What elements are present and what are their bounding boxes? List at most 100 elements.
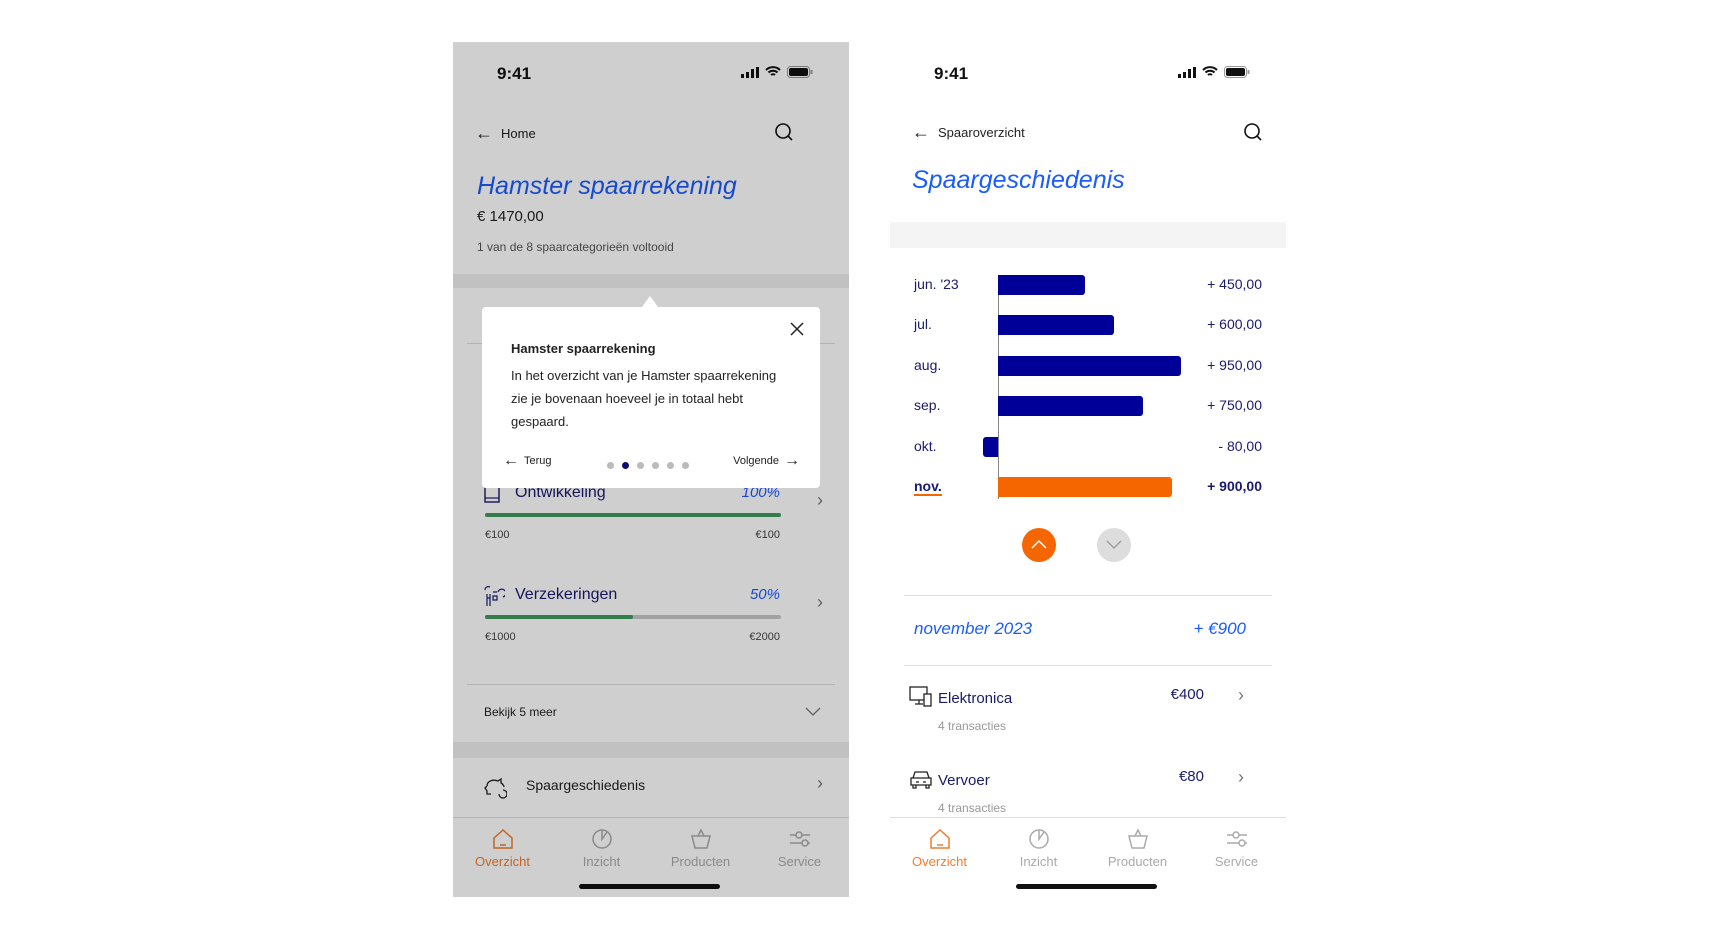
back-label: Terug <box>524 455 552 467</box>
sliders-icon <box>1226 831 1247 847</box>
divider <box>904 595 1272 596</box>
transaction-count: 4 transacties <box>938 719 1007 733</box>
piggy-bank-history-icon <box>484 777 507 799</box>
value-label: + 750,00 <box>1207 397 1262 414</box>
show-more-button[interactable]: Bekijk 5 meer <box>453 697 849 741</box>
progress-fill <box>485 615 633 619</box>
chevron-right-icon: › <box>1238 767 1244 787</box>
chevron-down-icon <box>805 707 821 716</box>
signal-icon <box>741 66 759 78</box>
tab-label: Service <box>777 854 822 869</box>
chevron-down-icon <box>1106 540 1122 549</box>
phone-screen-savings-history: 9:41 ← Spaaroverzicht Spaargeschiedenis … <box>890 42 1286 897</box>
home-icon <box>492 828 513 849</box>
basket-icon <box>690 828 711 849</box>
tooltip-next-button[interactable]: Volgende → <box>733 452 800 470</box>
search-icon[interactable] <box>1243 122 1263 142</box>
close-icon[interactable] <box>790 322 804 336</box>
pie-chart-icon <box>591 829 612 849</box>
tab-label: Inzicht <box>582 854 621 869</box>
basket-icon <box>1127 828 1148 849</box>
step-indicator <box>603 456 693 474</box>
tab-service[interactable]: Service <box>750 818 849 897</box>
step-dot[interactable] <box>607 462 614 469</box>
section-band <box>453 742 849 758</box>
home-icon <box>929 828 950 849</box>
chart-row[interactable]: aug. + 950,00 <box>890 355 1286 376</box>
status-time: 9:41 <box>934 64 969 83</box>
category-progress-bar <box>485 513 781 517</box>
chevron-right-icon: › <box>817 773 823 793</box>
section-band <box>890 222 1286 248</box>
value-label: + 950,00 <box>1207 356 1262 373</box>
month-label: jul. <box>914 316 932 333</box>
selected-month-label: november 2023 <box>914 619 1033 638</box>
chart-row[interactable]: okt. - 80,00 <box>890 436 1286 457</box>
step-dot[interactable] <box>652 462 659 469</box>
savings-bar-chart: jun. '23 + 450,00 jul. + 600,00 aug. + 950,00… <box>890 267 1286 517</box>
step-dot[interactable] <box>682 462 689 469</box>
tab-service[interactable]: Service <box>1187 818 1286 897</box>
chart-row[interactable]: sep. + 750,00 <box>890 396 1286 417</box>
category-progress-bar <box>485 615 781 619</box>
transaction-amount: €80 <box>1178 768 1204 785</box>
goal-amount: €2000 <box>749 631 780 643</box>
back-button[interactable]: ← Spaaroverzicht <box>912 122 1025 143</box>
car-icon <box>910 771 932 789</box>
scroll-up-button[interactable] <box>1022 528 1056 562</box>
chevron-right-icon: › <box>817 490 823 510</box>
arrow-right-icon: → <box>784 452 800 469</box>
month-label: aug. <box>914 356 942 373</box>
chart-row[interactable]: jul. + 600,00 <box>890 315 1286 336</box>
tab-label: Inzicht <box>1019 854 1058 869</box>
transaction-name: Elektronica <box>938 690 1013 707</box>
arrow-left-icon: ← <box>912 122 930 142</box>
value-label: + 600,00 <box>1207 316 1262 333</box>
balance: € 1470,00 <box>477 208 544 225</box>
tab-label: Producten <box>1107 854 1168 869</box>
value-label: + 900,00 <box>1207 478 1262 494</box>
transaction-count: 4 transacties <box>938 801 1007 815</box>
category-row-ontwikkeling[interactable]: Ontwikkeling 100% › €100 €100 <box>453 482 849 562</box>
step-dot[interactable] <box>637 462 644 469</box>
month-label: sep. <box>914 397 941 414</box>
tooltip-back-button[interactable]: ← Terug <box>503 452 552 470</box>
back-label: Spaaroverzicht <box>938 125 1025 140</box>
tab-label: Service <box>1214 854 1259 869</box>
savings-history-label: Spaargeschiedenis <box>526 777 646 793</box>
tab-overzicht[interactable]: Overzicht <box>453 818 552 897</box>
back-button[interactable]: ← Home <box>475 123 536 144</box>
bar <box>998 275 1085 295</box>
divider <box>904 665 1272 666</box>
transaction-row-vervoer[interactable]: Vervoer €80 › 4 transacties <box>890 764 1286 819</box>
step-dot[interactable] <box>622 462 629 469</box>
tab-overzicht[interactable]: Overzicht <box>890 818 989 897</box>
scroll-down-button[interactable] <box>1097 528 1131 562</box>
status-icons <box>741 66 813 78</box>
tab-label: Overzicht <box>912 854 967 869</box>
chevron-up-icon <box>1031 539 1047 549</box>
chart-axis <box>998 275 999 500</box>
battery-icon <box>1224 66 1250 78</box>
transaction-row-elektronica[interactable]: Elektronica €400 › 4 transacties <box>890 682 1286 742</box>
bar <box>998 396 1143 417</box>
electronics-icon <box>909 686 932 707</box>
chart-row[interactable]: jun. '23 + 450,00 <box>890 275 1286 295</box>
status-icons <box>1178 66 1250 78</box>
sliders-icon <box>789 831 810 847</box>
savings-history-link[interactable]: Spaargeschiedenis › <box>453 758 849 817</box>
category-row-verzekeringen[interactable]: Verzekeringen 50% › €1000 €2000 <box>453 584 849 664</box>
saved-amount: €100 <box>485 529 510 541</box>
bar <box>998 477 1172 497</box>
onboarding-tooltip: Hamster spaarrekening In het overzicht v… <box>482 307 820 488</box>
pie-chart-icon <box>1028 829 1049 849</box>
step-dot[interactable] <box>667 462 674 469</box>
tooltip-body: In het overzicht van je Hamster spaarrek… <box>511 368 777 429</box>
search-icon[interactable] <box>774 122 794 142</box>
insurance-icon <box>484 586 505 606</box>
divider <box>467 684 835 685</box>
signal-icon <box>1178 66 1196 78</box>
value-label: + 450,00 <box>1207 276 1262 292</box>
chart-row[interactable]: nov. + 900,00 <box>890 477 1286 497</box>
arrow-left-icon: ← <box>503 452 519 469</box>
